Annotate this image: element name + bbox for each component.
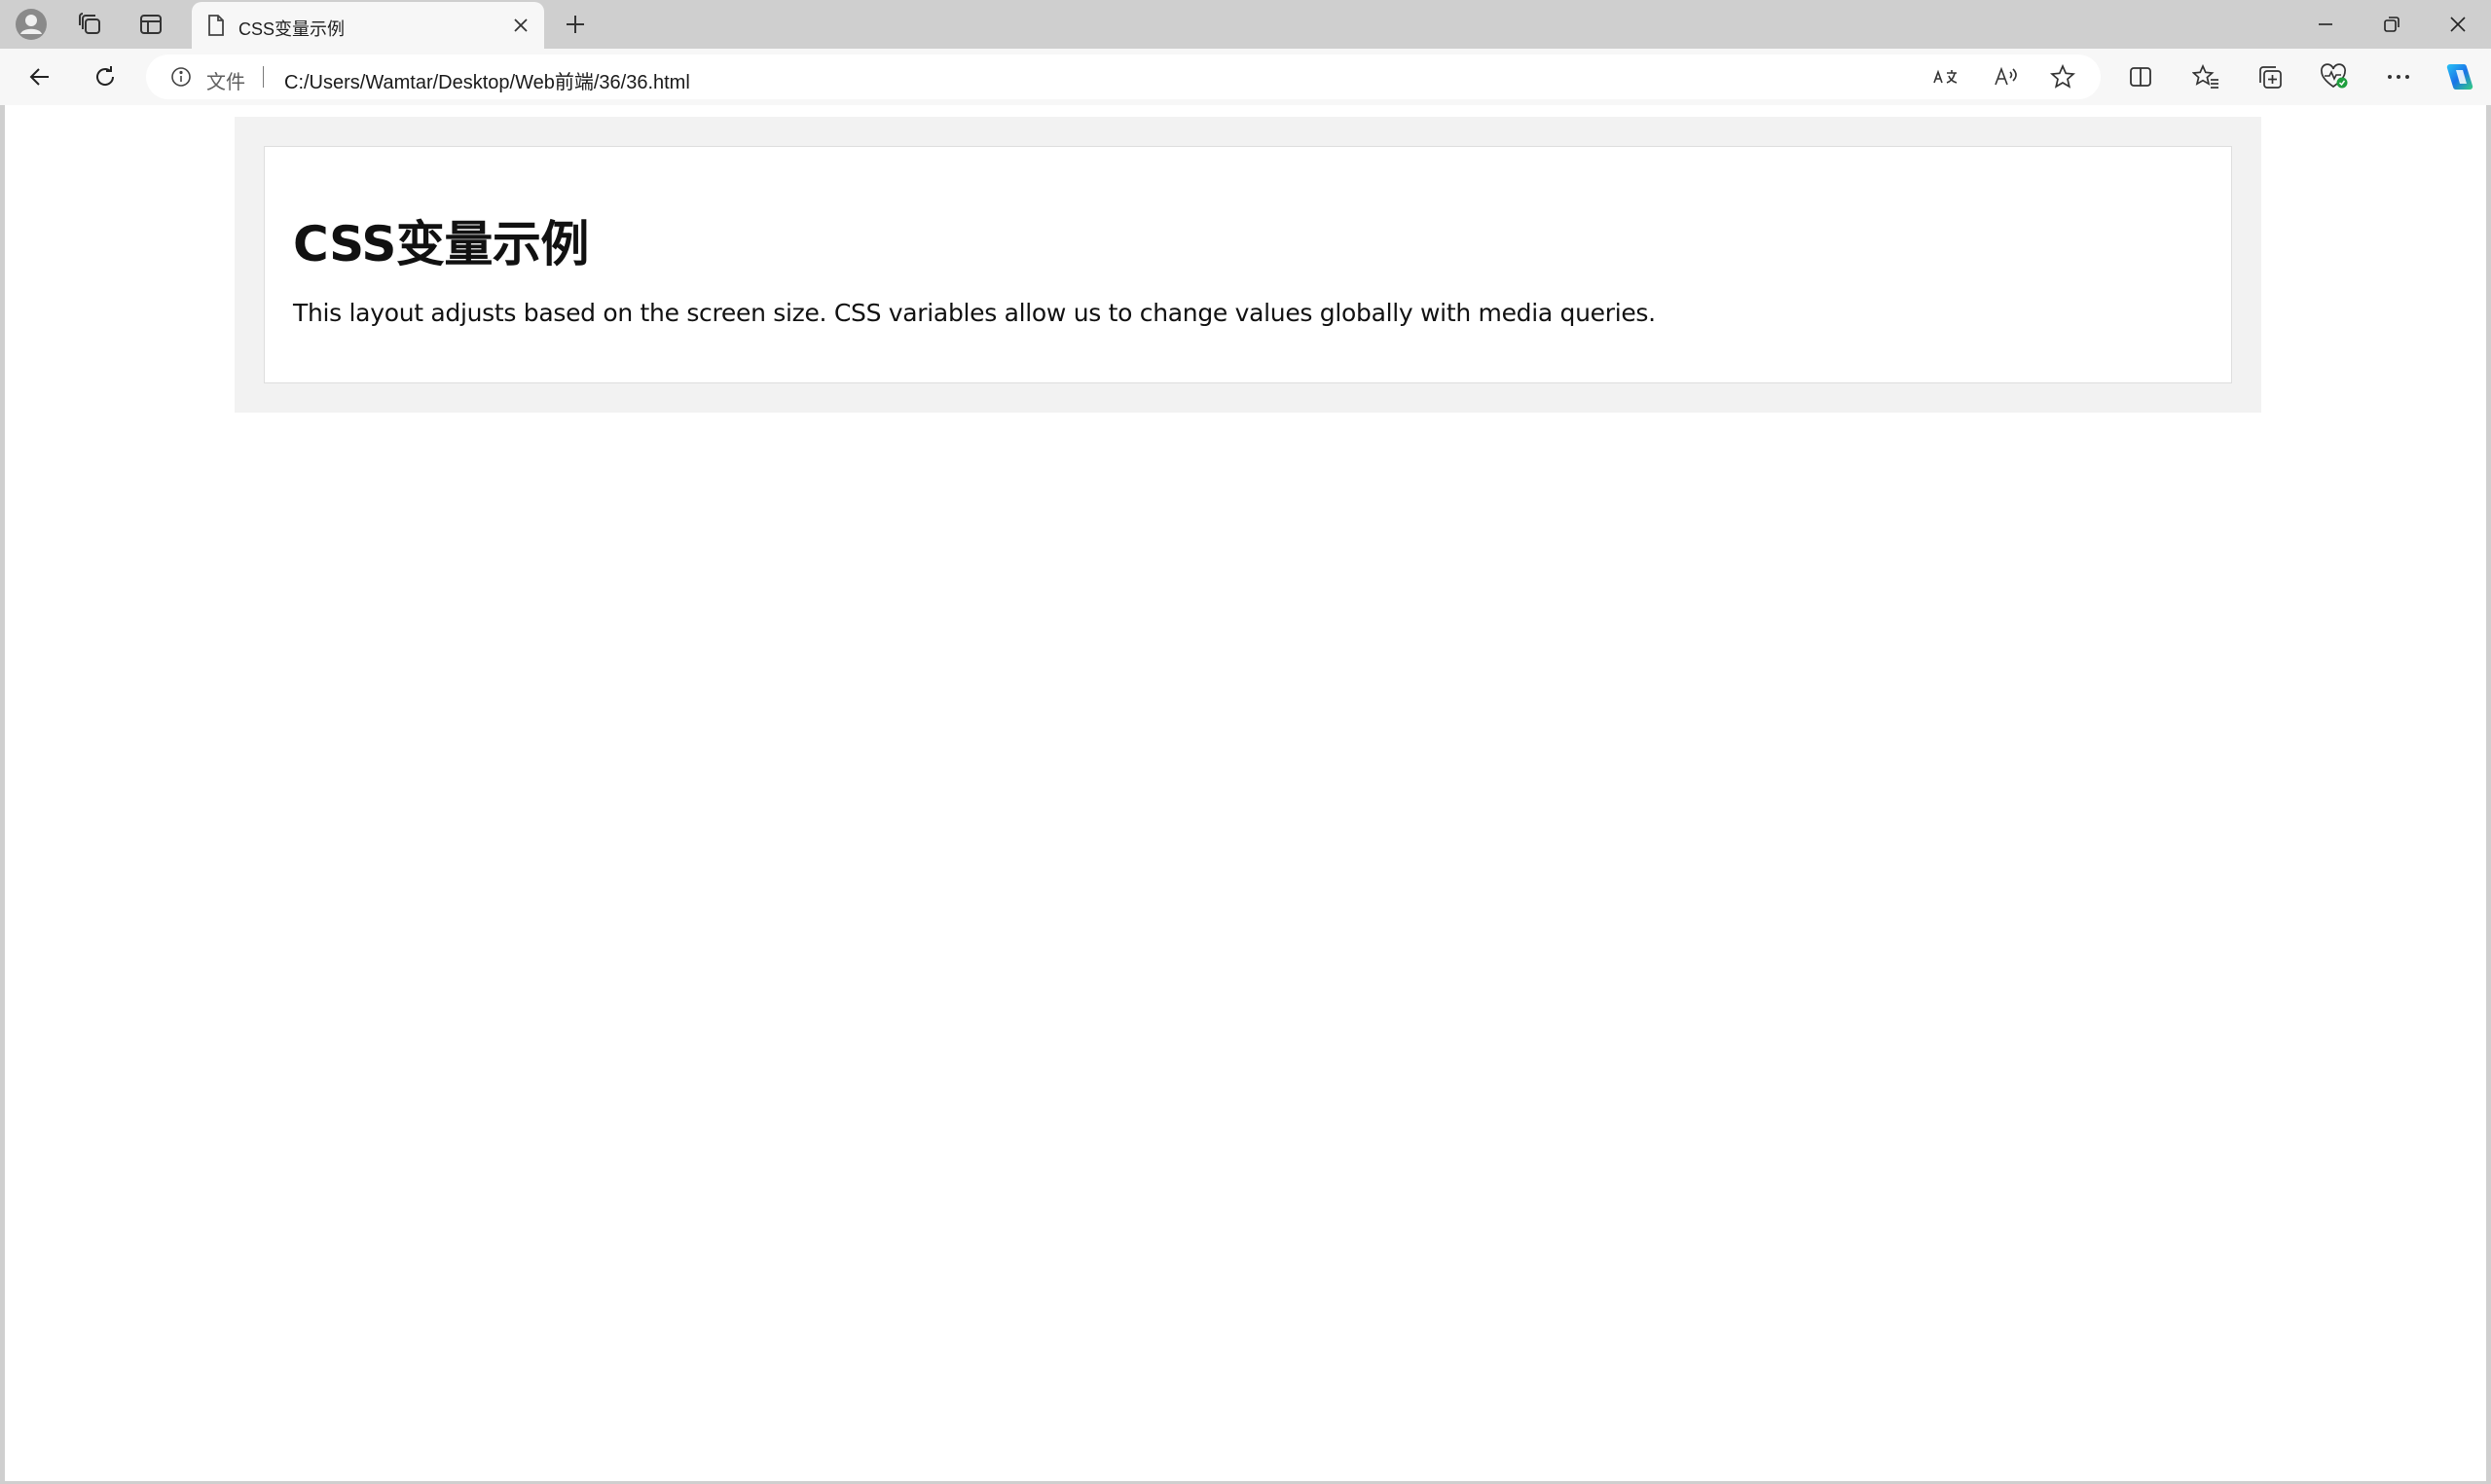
tab-strip: CSS变量示例 (0, 0, 2491, 49)
page-heading: CSS变量示例 (293, 216, 589, 272)
address-separator (263, 66, 264, 88)
close-icon (513, 18, 529, 33)
split-screen-icon (2128, 64, 2153, 90)
back-arrow-icon (27, 64, 53, 90)
minimize-button[interactable] (2291, 0, 2360, 49)
profile-icon (15, 8, 48, 41)
browser-toolbar: 文件 C:/Users/Wamtar/Desktop/Web前端/36/36.h… (0, 49, 2491, 105)
star-icon (2050, 64, 2075, 90)
new-tab-button[interactable] (557, 8, 594, 41)
page-icon (205, 14, 227, 37)
address-scheme-label: 文件 (206, 72, 245, 93)
favorites-button[interactable] (2184, 58, 2227, 95)
vertical-tabs-icon (138, 12, 164, 37)
copilot-button[interactable] (2438, 58, 2481, 95)
active-tab[interactable]: CSS变量示例 (192, 2, 544, 49)
favorite-button[interactable] (2046, 62, 2079, 91)
layout-container: CSS变量示例 This layout adjusts based on the… (235, 117, 2261, 413)
workspaces-icon (77, 11, 104, 38)
tab-actions-button[interactable] (127, 8, 175, 41)
minimize-icon (2317, 16, 2334, 33)
tab-title: CSS变量示例 (238, 19, 346, 39)
refresh-button[interactable] (84, 58, 127, 95)
restore-button[interactable] (2358, 0, 2426, 49)
workspaces-button[interactable] (66, 8, 115, 41)
favorites-icon (2192, 64, 2219, 90)
copilot-icon (2443, 60, 2476, 93)
translate-button[interactable] (1929, 62, 1962, 91)
more-icon (2387, 74, 2410, 80)
address-url[interactable]: C:/Users/Wamtar/Desktop/Web前端/36/36.html (284, 66, 690, 94)
browser-essentials-button[interactable] (2313, 58, 2356, 95)
back-button[interactable] (18, 58, 61, 95)
read-aloud-icon (1994, 66, 2019, 88)
split-screen-button[interactable] (2119, 58, 2162, 95)
restore-icon (2383, 16, 2400, 33)
refresh-icon (92, 64, 118, 90)
heart-pulse-icon (2320, 63, 2349, 90)
collections-button[interactable] (2249, 58, 2291, 95)
close-window-button[interactable] (2424, 0, 2491, 49)
page-viewport: CSS变量示例 This layout adjusts based on the… (5, 105, 2486, 1481)
translate-icon (1932, 66, 1960, 88)
content-card: CSS变量示例 This layout adjusts based on the… (264, 146, 2232, 383)
read-aloud-button[interactable] (1990, 62, 2023, 91)
info-icon[interactable] (169, 65, 193, 89)
collections-icon (2256, 63, 2284, 90)
page-paragraph: This layout adjusts based on the screen … (293, 299, 1656, 327)
more-button[interactable] (2377, 58, 2420, 95)
close-tab-button[interactable] (509, 14, 532, 37)
plus-icon (565, 14, 586, 35)
profile-button[interactable] (7, 8, 55, 41)
close-icon (2449, 16, 2467, 33)
address-bar[interactable]: 文件 C:/Users/Wamtar/Desktop/Web前端/36/36.h… (146, 54, 2101, 99)
